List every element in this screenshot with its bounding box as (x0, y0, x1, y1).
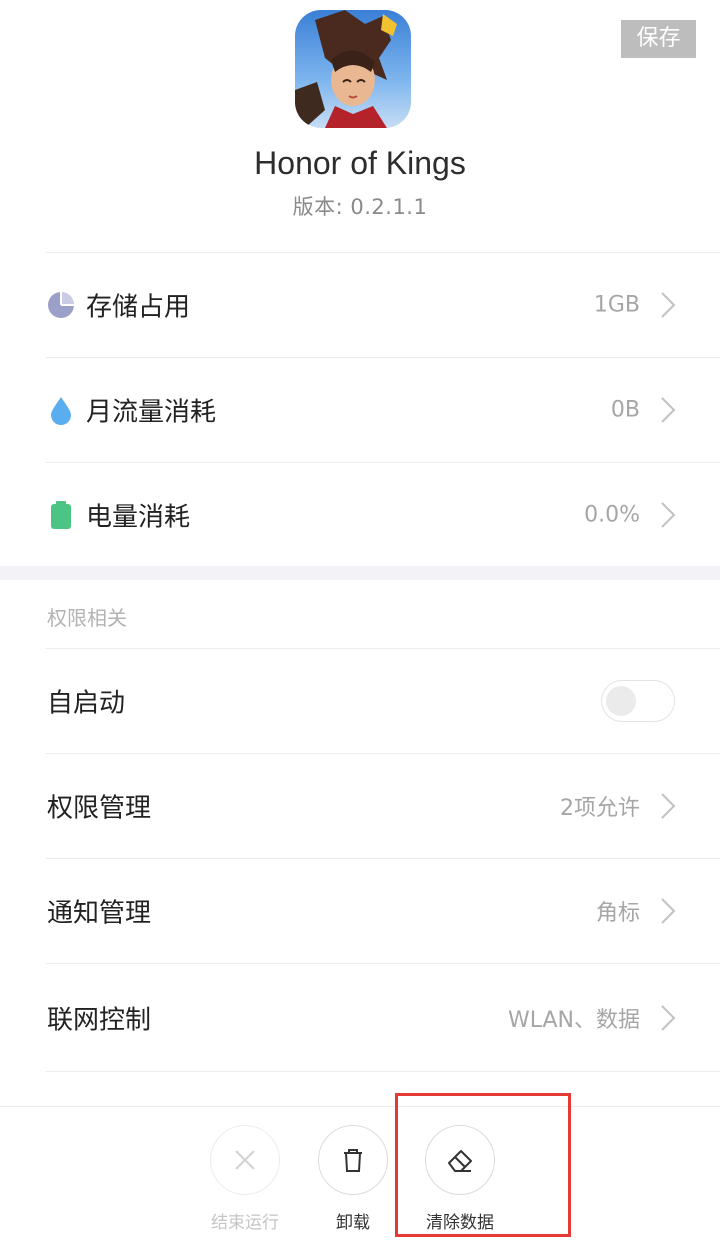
data-usage-row[interactable]: 月流量消耗 0B (0, 358, 720, 462)
chevron-right-icon (660, 897, 676, 925)
water-drop-icon (46, 395, 76, 425)
autostart-toggle[interactable] (601, 680, 675, 722)
save-button[interactable]: 保存 (621, 20, 696, 58)
clear-data-label: 清除数据 (426, 1213, 494, 1233)
autostart-row: 自启动 (0, 649, 720, 753)
clear-data-button[interactable]: 清除数据 (405, 1125, 515, 1237)
clear-data-circle (425, 1125, 495, 1195)
force-stop-circle (210, 1125, 280, 1195)
notification-management-row[interactable]: 通知管理 角标 (0, 859, 720, 963)
storage-value: 1GB (593, 292, 640, 318)
uninstall-circle (318, 1125, 388, 1195)
chevron-right-icon (660, 396, 676, 424)
force-stop-button[interactable]: 结束运行 (190, 1125, 300, 1237)
divider (46, 1071, 720, 1072)
battery-row[interactable]: 电量消耗 0.0% (0, 463, 720, 567)
network-control-value: WLAN、数据 (507, 1008, 640, 1033)
battery-label: 电量消耗 (86, 502, 191, 533)
network-control-label: 联网控制 (47, 1005, 152, 1036)
bottom-action-bar: 结束运行 卸载 清除数据 (0, 1106, 720, 1240)
storage-row[interactable]: 存储占用 1GB (0, 253, 720, 357)
data-usage-label: 月流量消耗 (86, 397, 217, 428)
chevron-right-icon (660, 501, 676, 529)
section-separator (0, 566, 720, 580)
storage-label: 存储占用 (86, 292, 191, 323)
app-name: Honor of Kings (254, 145, 466, 181)
app-icon (295, 10, 411, 128)
network-control-row[interactable]: 联网控制 WLAN、数据 (0, 966, 720, 1070)
pie-chart-icon (46, 290, 76, 320)
app-version: 版本: 0.2.1.1 (292, 195, 428, 219)
chevron-right-icon (660, 792, 676, 820)
divider (46, 963, 720, 964)
permissions-section-title: 权限相关 (47, 606, 127, 630)
notification-management-label: 通知管理 (47, 898, 152, 929)
permission-management-value: 2项允许 (560, 796, 640, 821)
toggle-knob (606, 686, 636, 716)
uninstall-label: 卸载 (336, 1213, 370, 1233)
battery-value: 0.0% (584, 502, 640, 528)
force-stop-label: 结束运行 (211, 1213, 279, 1233)
permission-management-label: 权限管理 (47, 793, 152, 824)
chevron-right-icon (660, 291, 676, 319)
uninstall-button[interactable]: 卸载 (298, 1125, 408, 1237)
notification-management-value: 角标 (595, 901, 640, 926)
permission-management-row[interactable]: 权限管理 2项允许 (0, 754, 720, 858)
data-usage-value: 0B (610, 397, 640, 423)
chevron-right-icon (660, 1004, 676, 1032)
battery-icon (46, 500, 76, 530)
autostart-label: 自启动 (47, 688, 126, 719)
